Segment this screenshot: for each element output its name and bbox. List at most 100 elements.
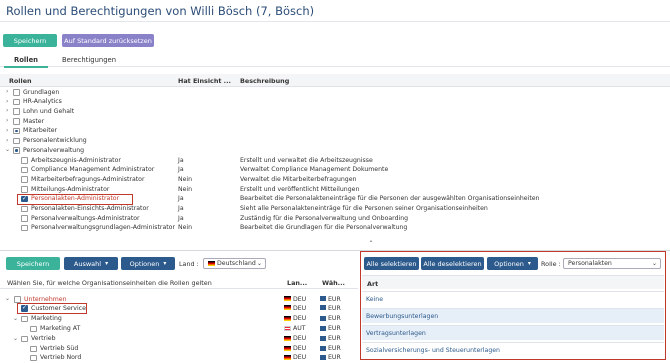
panel-options-button[interactable]: Optionen ▾ [487,257,538,270]
chevron-down-icon[interactable]: ⌄ [13,335,18,342]
chevron-down-icon: ▾ [527,260,531,267]
selection-dropdown-button[interactable]: Auswahl ▾ [64,257,118,270]
checkbox[interactable] [21,224,28,232]
column-has-view[interactable]: Hat Einsicht ... [178,77,231,85]
flag-germany-icon [208,261,215,266]
bottom-save-button[interactable]: Speichern [6,257,60,270]
checkbox-partial[interactable] [13,127,20,135]
checkbox[interactable] [21,335,28,342]
currency-icon [320,335,326,341]
column-roles[interactable]: Rollen [9,77,32,85]
checkbox[interactable] [21,176,28,183]
checkbox[interactable] [21,215,28,222]
flag-germany-icon [284,345,291,351]
checkbox[interactable] [13,118,20,125]
tree-group-lohn-und-gehalt[interactable]: › Lohn und Gehalt [0,107,670,117]
chevron-down-icon: ⌄ [651,260,657,267]
chevron-down-icon: ▾ [105,260,109,267]
checkbox[interactable] [14,296,21,303]
tree-group-personalverwaltung[interactable]: ⌄ Personalverwaltung [0,146,670,156]
tab-bar: Rollen Berechtigungen [0,53,670,67]
checkbox[interactable] [13,137,20,144]
checkbox-checked[interactable] [21,304,28,312]
tree-group-mitarbeiter[interactable]: › Mitarbeiter [0,127,670,137]
tree-group-grundlagen[interactable]: › Grundlagen [0,88,670,98]
chevron-right-icon[interactable]: › [6,127,8,134]
document-type-panel: Alle selektieren Alle deselektieren Opti… [360,251,666,360]
tab-roles[interactable]: Rollen [14,56,38,64]
checkbox-checked[interactable] [21,195,28,203]
checkbox[interactable] [21,205,28,212]
tab-permissions[interactable]: Berechtigungen [62,56,116,64]
roles-table-header: Rollen Hat Einsicht ... Beschreibung [0,74,670,87]
checkbox[interactable] [21,186,28,193]
reset-to-default-button[interactable]: Auf Standard zurücksetzen [62,34,154,47]
currency-icon [320,296,326,301]
column-country[interactable]: Lan... [287,279,307,287]
table-row-selected[interactable]: Personalakten-Administrator Ja Bearbeite… [0,195,670,205]
table-row[interactable]: Compliance Management Administrator Ja V… [0,166,670,176]
flag-austria-icon [284,325,291,331]
org-row-marketing[interactable]: ⌄ Marketing DEU EUR [0,315,358,325]
chevron-right-icon[interactable]: › [6,107,8,114]
scroll-fade [0,234,670,248]
checkbox[interactable] [21,166,28,174]
tree-group-hr-analytics[interactable]: › HR-Analytics [0,98,670,108]
currency-icon [320,315,326,321]
checkbox[interactable] [21,315,28,322]
currency-icon [320,354,326,360]
table-row[interactable]: Personalakten-Einsichts-Administrator Ja… [0,205,670,215]
chevron-down-icon[interactable]: ⌄ [5,295,10,302]
checkbox[interactable] [21,157,28,164]
chevron-down-icon[interactable]: ⌄ [13,315,18,322]
chevron-right-icon[interactable]: › [6,88,8,95]
flag-germany-icon [284,315,291,321]
currency-icon [320,325,326,331]
chevron-up-icon[interactable]: ˆ [369,240,373,249]
chevron-down-icon: ⌄ [256,260,262,267]
table-row[interactable]: Personalverwaltungsgrundlagen-Administra… [0,224,670,234]
land-label: Land : [179,260,199,268]
org-prompt: Wählen Sie, für welche Organisationseinh… [7,279,212,287]
role-select[interactable]: Personalakten ⌄ [563,258,661,269]
select-all-button[interactable]: Alle selektieren [364,257,419,270]
org-row-vertrieb[interactable]: ⌄ Vertrieb DEU EUR [0,335,358,345]
flag-germany-icon [284,335,291,341]
panel-column-header: Art [362,275,664,289]
checkbox[interactable] [13,108,20,115]
chevron-right-icon[interactable]: › [6,117,8,124]
table-row[interactable]: Mitarbeiterbefragungs-Administrator Nein… [0,175,670,185]
checkbox[interactable] [30,325,37,332]
chevron-down-icon[interactable]: ⌄ [5,146,10,153]
options-dropdown-button[interactable]: Optionen ▾ [121,257,175,270]
flag-germany-icon [284,296,291,301]
list-item-selected[interactable]: Bewerbungsunterlagen [362,308,664,323]
deselect-all-button[interactable]: Alle deselektieren [421,257,484,270]
checkbox[interactable] [13,98,20,106]
org-row-vertrieb-nord[interactable]: Vertrieb Nord DEU EUR [0,354,358,363]
currency-icon [320,305,326,310]
table-row[interactable]: Personalverwaltungs-Administrator Ja Zus… [0,214,670,224]
checkbox[interactable] [30,354,37,361]
chevron-right-icon[interactable]: › [6,137,8,144]
column-currency[interactable]: Wäh... [322,279,345,287]
list-item[interactable]: Sozialversicherungs- und Steuerunterlage… [362,342,664,357]
save-button[interactable]: Speichern [3,34,57,47]
column-description[interactable]: Beschreibung [240,77,289,85]
list-item[interactable]: Keine [362,291,664,306]
flag-germany-icon [284,354,291,360]
currency-icon [320,345,326,351]
list-item-selected[interactable]: Vertragsunterlagen [362,325,664,340]
chevron-right-icon[interactable]: › [6,98,8,105]
table-row[interactable]: Arbeitszeugnis-Administrator Ja Erstellt… [0,156,670,166]
chevron-down-icon: ▾ [163,260,167,267]
checkbox[interactable] [13,89,20,96]
land-select[interactable]: Deutschland ⌄ [203,258,266,269]
active-tab-indicator [4,66,48,68]
checkbox[interactable] [30,345,37,352]
tree-group-personalentwicklung[interactable]: › Personalentwicklung [0,137,670,147]
checkbox-partial[interactable] [13,147,20,154]
org-row-marketing-at[interactable]: Marketing AT AUT EUR [0,325,358,335]
org-row-customer-service[interactable]: Customer Service DEU EUR [0,304,358,314]
tree-group-master[interactable]: › Master [0,117,670,127]
